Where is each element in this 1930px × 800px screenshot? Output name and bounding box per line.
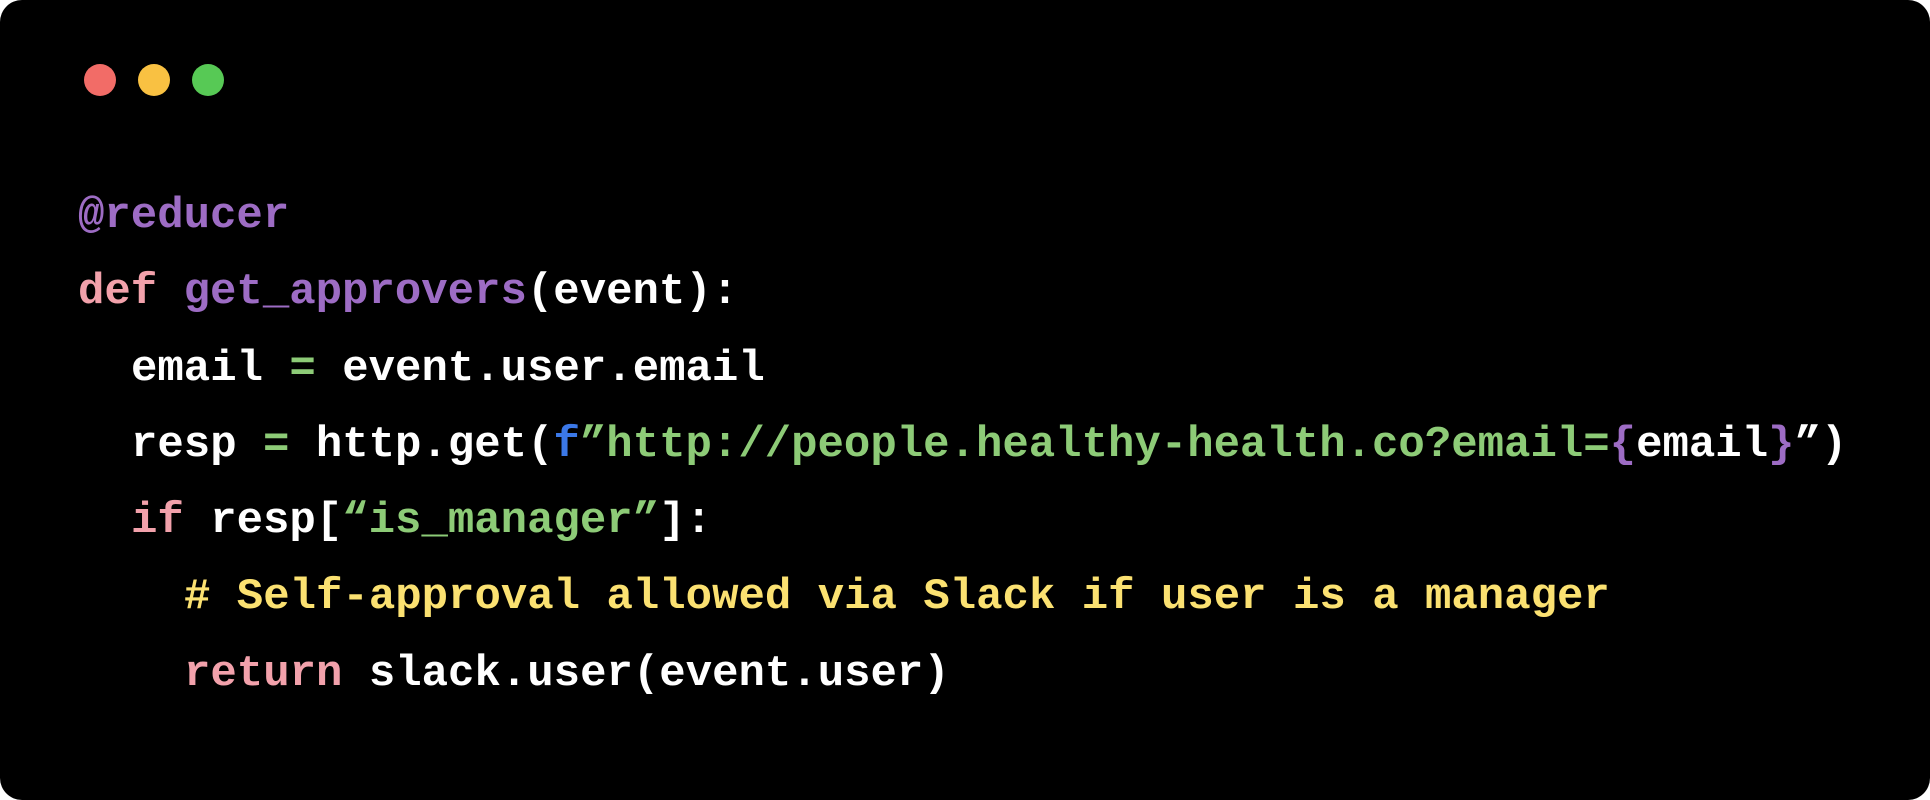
code-line: def get_approvers(event): xyxy=(78,254,1847,330)
code-line: # Self-approval allowed via Slack if use… xyxy=(78,559,1847,635)
code-token-brace: { xyxy=(1609,419,1637,470)
code-line: if resp[“is_manager”]: xyxy=(78,483,1847,559)
code-token-decorator: @reducer xyxy=(78,191,290,241)
code-token-default xyxy=(157,267,183,317)
code-line: email = event.user.email xyxy=(78,331,1847,407)
code-token-default: resp xyxy=(131,419,237,470)
code-token-keyword: if xyxy=(131,496,184,547)
code-token-default: (event): xyxy=(526,267,739,318)
code-token-brace: } xyxy=(1768,419,1795,470)
code-token-default: http.get( xyxy=(315,419,554,470)
code-token-operator: = xyxy=(263,343,343,394)
code-block: @reducer def get_approvers(event): email =… xyxy=(78,178,1847,712)
code-window: @reducer def get_approvers(event): email =… xyxy=(0,0,1930,800)
code-token-default: slack.user(event.user) xyxy=(342,648,950,699)
code-token-keyword: return xyxy=(184,648,343,699)
maximize-window-icon[interactable] xyxy=(192,64,224,96)
code-token-function: get_approvers xyxy=(183,267,527,318)
code-token-default: ]: xyxy=(659,496,712,547)
code-line: resp = http.get(f”http://people.healthy-… xyxy=(78,407,1847,483)
code-token-default: resp[ xyxy=(183,496,343,547)
code-token-comment: # Self-approval allowed via Slack if use… xyxy=(184,572,1610,623)
code-token-string: ”http://people.healthy-health.co?email= xyxy=(579,419,1610,470)
code-token-operator: = xyxy=(236,419,316,470)
close-window-icon[interactable] xyxy=(84,64,116,96)
code-token-fprefix: f xyxy=(553,419,580,470)
code-token-default: ”) xyxy=(1794,419,1848,470)
code-token-string: “is_manager” xyxy=(342,496,660,547)
code-line: return slack.user(event.user) xyxy=(78,636,1847,712)
code-line: @reducer xyxy=(78,178,1847,254)
code-token-keyword: def xyxy=(78,267,158,318)
code-token-default: event.user.email xyxy=(342,343,765,394)
code-token-default: email xyxy=(131,343,264,394)
minimize-window-icon[interactable] xyxy=(138,64,170,96)
code-token-default: email xyxy=(1636,419,1769,470)
